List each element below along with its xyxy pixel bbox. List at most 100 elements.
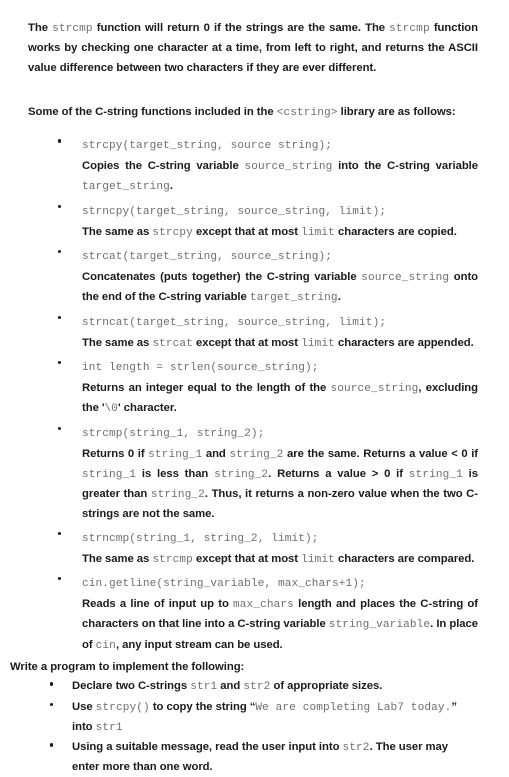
- bullet-icon: [58, 531, 62, 536]
- assignment-task-item: Declare two C-strings str1 and str2 of a…: [10, 676, 478, 696]
- function-description-run-code-9: string_1: [408, 468, 463, 481]
- function-description-run-code-5: cin: [95, 639, 116, 652]
- function-signature: strcat(target_string, source_string);: [82, 244, 478, 267]
- function-signature: cin.getline(string_variable, max_chars+1…: [82, 571, 478, 594]
- function-description-run-code-3: limit: [301, 226, 335, 239]
- bullet-icon: [58, 426, 62, 430]
- function-description: Returns an integer equal to the length o…: [82, 378, 478, 421]
- function-description-run-code-3: target_string: [82, 181, 170, 194]
- function-signature: strncat(target_string, source_string, li…: [82, 310, 478, 333]
- function-reference-list: strcpy(target_string, source string); Cop…: [10, 133, 478, 657]
- function-list-item: strncat(target_string, source_string, li…: [10, 310, 478, 355]
- assignment-task-run-code-1: str2: [342, 742, 370, 755]
- function-description-run-code-1: source_string: [361, 272, 450, 285]
- function-description: Copies the C-string variable source_stri…: [82, 156, 478, 199]
- bullet-icon: [58, 315, 62, 320]
- assignment-task-run-code-3: We are completing Lab7 today.: [255, 701, 452, 714]
- function-signature-code: strncpy(target_string, source_string, li…: [82, 205, 387, 218]
- function-description-run-text-6: is less than: [136, 467, 215, 480]
- function-signature: strcpy(target_string, source string);: [82, 133, 478, 156]
- function-description-run-text-4: are the same. Returns a value < 0 if: [283, 447, 478, 460]
- function-description-run-code-3: string_variable: [328, 619, 431, 632]
- function-list-item: cin.getline(string_variable, max_chars+1…: [10, 571, 478, 657]
- assignment-task-run-text-2: and: [217, 680, 244, 693]
- bullet-icon: [50, 743, 54, 747]
- bullet-icon: [50, 682, 54, 686]
- function-description: Reads a line of input up to max_chars le…: [82, 594, 478, 657]
- function-list-item: strncmp(string_1, string_2, limit); The s…: [10, 526, 478, 571]
- intro-code-strcmp-1: strcmp: [52, 23, 93, 35]
- function-description-run-text-0: Returns 0 if: [82, 447, 149, 460]
- function-signature-code: int length = strlen(source_string);: [82, 361, 319, 374]
- function-description-run-text-2: except that at most: [192, 336, 302, 349]
- intro-paragraph: The strcmp function will return 0 if the…: [10, 18, 478, 77]
- intro-code-strcmp-2: strcmp: [389, 23, 430, 35]
- function-description-run-code-3: \0: [104, 403, 119, 416]
- function-description-run-text-2: and: [202, 447, 230, 460]
- function-description-run-code-7: string_2: [214, 468, 269, 481]
- function-signature-code: strncat(target_string, source_string, li…: [82, 316, 387, 329]
- function-list-item: strcpy(target_string, source string); Cop…: [10, 133, 478, 199]
- function-description-run-code-1: strcpy: [152, 226, 193, 239]
- function-description-run-text-8: . Returns a value > 0 if: [268, 467, 409, 480]
- function-description: The same as strcpy except that at most l…: [82, 222, 478, 244]
- function-description: Concatenates (puts together) the C-strin…: [82, 267, 478, 310]
- function-signature-code: strcpy(target_string, source string);: [82, 140, 333, 153]
- assignment-task-item: Use strcpy() to copy the string “We are …: [10, 697, 478, 738]
- function-list-item: strcat(target_string, source_string); Con…: [10, 244, 478, 310]
- function-signature-code: strcat(target_string, source_string);: [82, 251, 333, 264]
- assignment-lead-paragraph: Write a program to implement the followi…: [10, 657, 478, 676]
- function-description: Returns 0 if string_1 and string_2 are t…: [82, 444, 478, 526]
- bullet-icon: [58, 139, 62, 143]
- function-description: The same as strcat except that at most l…: [82, 333, 478, 355]
- function-description-run-code-1: strcmp: [152, 553, 193, 566]
- function-description-run-code-1: string_1: [148, 448, 203, 461]
- library-lead-segment-1: Some of the C-string functions included …: [28, 105, 277, 118]
- spacer-before-function-list: [10, 122, 478, 133]
- function-description-run-text-0: The same as: [82, 225, 153, 238]
- function-description-run-text-4: .: [169, 180, 173, 193]
- function-description-run-text-6: , any input stream can be used.: [115, 638, 283, 651]
- assignment-task-item: Using a suitable message, read the user …: [10, 737, 478, 777]
- bullet-icon: [50, 702, 54, 706]
- bullet-icon: [58, 250, 62, 254]
- function-description-run-text-0: Reads a line of input up to: [82, 598, 234, 611]
- assignment-lead-text: Write a program to implement the followi…: [10, 660, 245, 673]
- assignment-task-run-code-1: strcpy(): [95, 701, 150, 714]
- bullet-icon: [58, 360, 62, 365]
- function-signature-code: strncmp(string_1, string_2, limit);: [82, 532, 319, 545]
- function-description-run-code-11: string_2: [150, 489, 205, 502]
- function-description-run-text-0: Concatenates (puts together) the C-strin…: [82, 271, 362, 284]
- function-description-run-code-3: limit: [301, 337, 335, 350]
- assignment-task-run-text-2: to copy the string “: [149, 700, 256, 713]
- function-description-run-code-5: string_1: [82, 468, 137, 481]
- function-description-run-code-1: max_chars: [233, 599, 294, 612]
- assignment-task-run-text-0: Use: [72, 700, 96, 713]
- spacer-after-intro: [10, 77, 478, 102]
- function-description-run-text-4: ' character.: [118, 402, 177, 415]
- function-description-run-text-4: characters are copied.: [334, 225, 457, 238]
- document-page: The strcmp function will return 0 if the…: [0, 0, 509, 773]
- function-description-run-text-4: characters are compared.: [334, 552, 475, 565]
- function-description-run-text-0: The same as: [82, 552, 153, 565]
- function-signature-code: cin.getline(string_variable, max_chars+1…: [82, 578, 366, 591]
- assignment-task-run-text-4: of appropriate sizes.: [270, 680, 383, 693]
- function-description-run-code-1: strcat: [152, 337, 193, 350]
- function-signature: int length = strlen(source_string);: [82, 355, 478, 378]
- intro-text-segment-2: function will return 0 if the strings ar…: [92, 22, 390, 34]
- assignment-task-run-text-0: Declare two C-strings: [72, 680, 191, 693]
- function-signature: strncmp(string_1, string_2, limit);: [82, 526, 478, 549]
- function-signature: strncpy(target_string, source_string, li…: [82, 199, 478, 222]
- function-description-run-text-4: characters are appended.: [334, 336, 474, 349]
- function-description: The same as strcmp except that at most l…: [82, 549, 478, 571]
- function-list-item: int length = strlen(source_string); Retur…: [10, 355, 478, 421]
- function-signature-code: strcmp(string_1, string_2);: [82, 427, 265, 440]
- function-description-run-text-4: .: [337, 291, 341, 304]
- assignment-task-run-code-5: str1: [95, 721, 123, 734]
- function-description-run-text-2: into the C-string variable: [332, 160, 478, 173]
- function-description-run-code-3: limit: [301, 553, 335, 566]
- assignment-task-run-code-1: str1: [190, 681, 218, 694]
- bullet-icon: [58, 204, 62, 209]
- assignment-task-list: Declare two C-strings str1 and str2 of a…: [10, 676, 478, 776]
- function-description-run-code-3: target_string: [249, 292, 338, 305]
